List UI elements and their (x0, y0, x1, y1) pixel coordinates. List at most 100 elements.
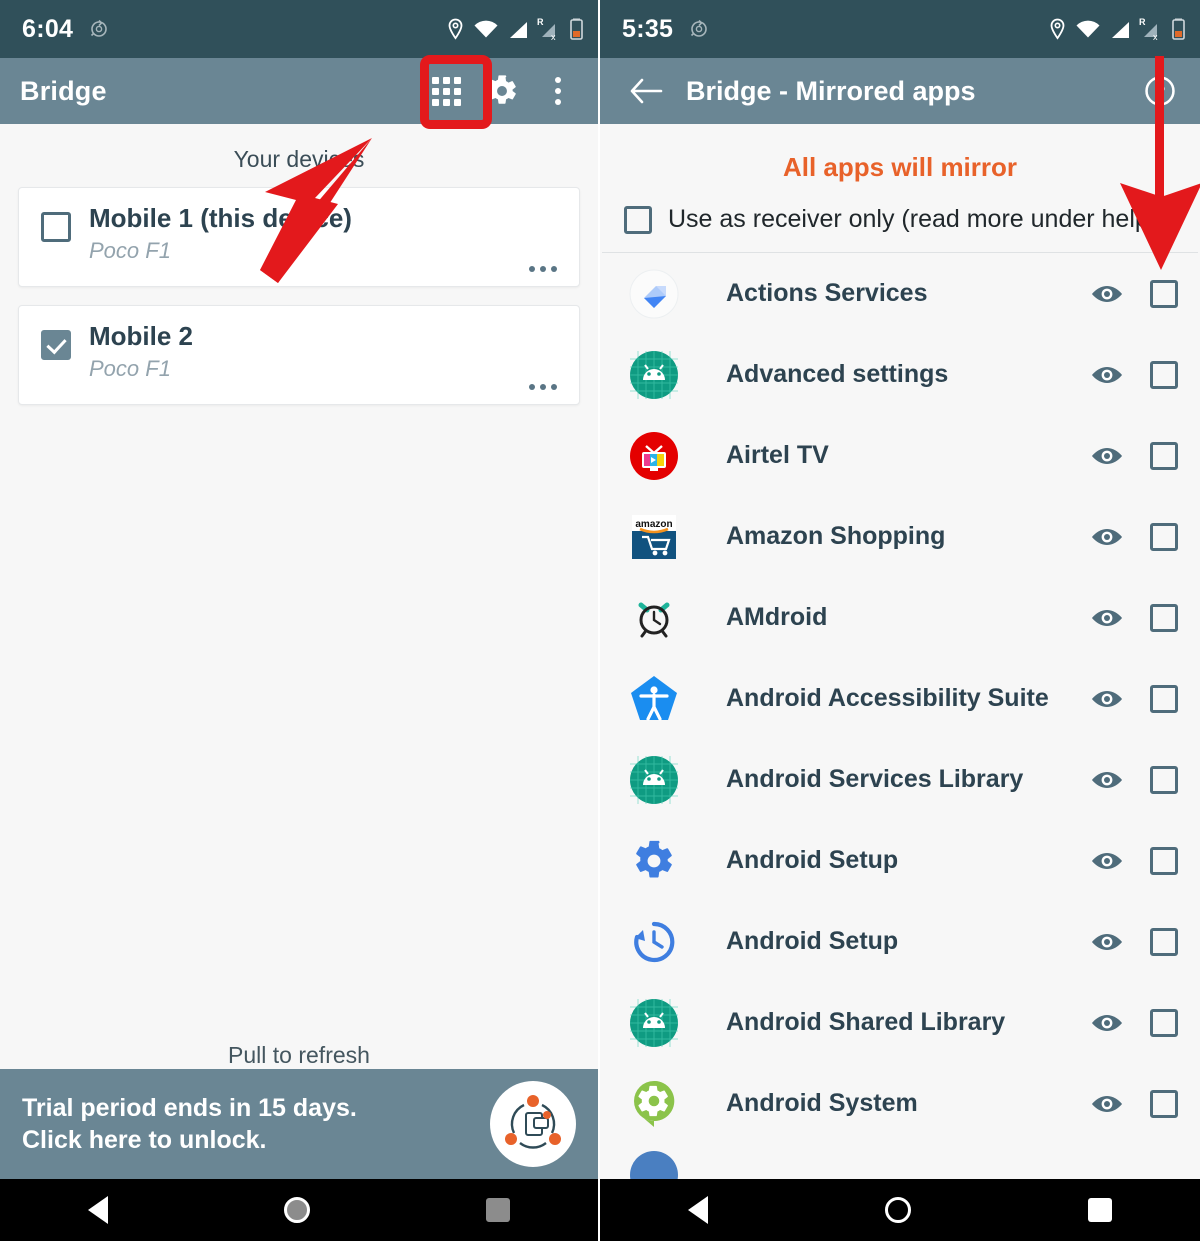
list-item[interactable]: Airtel TV (600, 415, 1200, 496)
more-options-icon[interactable] (529, 266, 557, 272)
help-button[interactable]: ? (1132, 63, 1188, 119)
location-icon (1050, 18, 1065, 40)
eye-icon[interactable] (1090, 282, 1124, 306)
eye-icon[interactable] (1090, 525, 1124, 549)
device-name: Mobile 1 (this device) (89, 203, 352, 233)
eye-icon[interactable] (1090, 930, 1124, 954)
back-icon[interactable] (88, 1196, 108, 1224)
device-checkbox[interactable] (41, 330, 71, 360)
app-title: Bridge (20, 75, 107, 106)
eye-icon[interactable] (1090, 768, 1124, 792)
more-options-icon[interactable] (529, 384, 557, 390)
list-item[interactable]: Android Accessibility Suite (600, 658, 1200, 739)
list-item[interactable]: AMdroid (600, 577, 1200, 658)
signal-roaming-icon: Rx (1139, 17, 1158, 42)
eye-icon[interactable] (1090, 363, 1124, 387)
app-mirror-checkbox[interactable] (1150, 603, 1178, 632)
list-item[interactable]: Android System (600, 1063, 1200, 1144)
battery-icon (570, 18, 583, 40)
list-item[interactable]: Android Setup (600, 901, 1200, 982)
svg-text:?: ? (1154, 81, 1165, 102)
device-name: Mobile 2 (89, 321, 194, 351)
list-item[interactable]: amazon Amazon Shopping (600, 496, 1200, 577)
home-icon[interactable] (884, 1197, 911, 1223)
svg-text:x: x (551, 32, 556, 42)
kebab-menu-icon (555, 77, 561, 105)
svg-text:R: R (1139, 17, 1146, 27)
app-toolbar: Bridge (0, 58, 598, 124)
help-circle-icon: ? (1145, 76, 1175, 106)
status-bar-icons: Rx (446, 16, 584, 42)
amazon-shopping-icon: amazon (626, 509, 682, 565)
overflow-button[interactable] (530, 63, 586, 119)
device-model: Poco F1 (89, 355, 171, 381)
page-title: Bridge - Mirrored apps (686, 75, 976, 106)
app-mirror-checkbox[interactable] (1150, 279, 1178, 308)
list-item[interactable]: Android Services Library (600, 739, 1200, 820)
eye-icon[interactable] (1090, 444, 1124, 468)
app-mirror-checkbox[interactable] (1150, 441, 1178, 470)
device-checkbox[interactable] (41, 212, 71, 242)
svg-text:x: x (1153, 32, 1158, 42)
status-bar: 5:35 Rx (600, 0, 1200, 58)
signal-roaming-icon: Rx (537, 17, 556, 42)
recents-icon[interactable] (486, 1198, 510, 1222)
trial-banner-line2: Click here to unlock. (22, 1126, 267, 1154)
left-phone-screen: 6:04 Rx Bridge Your devices Mobile 1 (th… (0, 0, 600, 1241)
trial-banner-line1: Trial period ends in 15 days. (22, 1093, 357, 1122)
eye-icon[interactable] (1090, 606, 1124, 630)
app-label: Android Services Library (726, 765, 1024, 793)
settings-button[interactable] (474, 63, 530, 119)
list-item[interactable]: Android Setup (600, 820, 1200, 901)
wifi-icon (474, 20, 498, 38)
app-mirror-checkbox[interactable] (1150, 522, 1178, 551)
amdroid-clock-icon (626, 590, 682, 646)
list-item[interactable]: Android Shared Library (600, 982, 1200, 1063)
wifi-icon (1076, 20, 1100, 38)
app-mirror-checkbox[interactable] (1150, 927, 1178, 956)
list-item-partial[interactable] (600, 1144, 1200, 1184)
left-content: Your devices Mobile 1 (this device) Poco… (0, 124, 598, 1241)
apps-grid-button[interactable] (418, 63, 474, 119)
right-content: All apps will mirror Use as receiver onl… (600, 124, 1200, 1241)
receiver-only-label: Use as receiver only (read more under he… (668, 205, 1158, 233)
app-mirror-checkbox[interactable] (1150, 684, 1178, 713)
home-icon[interactable] (284, 1197, 310, 1223)
device-model: Poco F1 (89, 237, 171, 263)
app-label: Android Accessibility Suite (726, 684, 1049, 712)
device-card[interactable]: Mobile 1 (this device) Poco F1 (18, 187, 580, 287)
two-phone-screenshots: 6:04 Rx Bridge Your devices Mobile 1 (th… (0, 0, 1200, 1241)
app-label: Advanced settings (726, 360, 949, 388)
trial-banner[interactable]: Trial period ends in 15 days. Click here… (0, 1069, 598, 1179)
rotation-icon (687, 17, 711, 41)
app-mirror-checkbox[interactable] (1150, 765, 1178, 794)
location-icon (448, 18, 463, 40)
eye-icon[interactable] (1090, 849, 1124, 873)
app-label: Android Setup (726, 846, 899, 874)
list-item[interactable]: Advanced settings (600, 334, 1200, 415)
list-item[interactable]: Actions Services (600, 253, 1200, 334)
trial-banner-text: Trial period ends in 15 days. Click here… (22, 1092, 357, 1157)
device-card[interactable]: Mobile 2 Poco F1 (18, 305, 580, 405)
section-header-your-devices: Your devices (233, 146, 365, 172)
signal-icon (510, 22, 527, 38)
app-mirror-checkbox[interactable] (1150, 1089, 1178, 1118)
back-icon[interactable] (688, 1196, 709, 1224)
app-label: Android Setup (726, 927, 899, 955)
recents-icon[interactable] (1087, 1198, 1112, 1222)
accessibility-icon (626, 671, 682, 727)
eye-icon[interactable] (1090, 1011, 1124, 1035)
receiver-only-checkbox[interactable] (624, 205, 652, 234)
status-bar-clock: 6:04 (22, 14, 74, 43)
eye-icon[interactable] (1090, 687, 1124, 711)
app-mirror-checkbox[interactable] (1150, 846, 1178, 875)
eye-icon[interactable] (1090, 1092, 1124, 1116)
bridge-network-logo (490, 1081, 576, 1167)
signal-icon (1112, 22, 1129, 38)
back-button[interactable] (620, 63, 672, 119)
app-mirror-checkbox[interactable] (1150, 360, 1178, 389)
app-mirror-checkbox[interactable] (1150, 1008, 1178, 1037)
grid-icon (431, 76, 461, 106)
mirrored-apps-list[interactable]: Actions Services Advanced settings Airte… (600, 253, 1200, 1184)
receiver-only-option[interactable]: Use as receiver only (read more under he… (600, 205, 1200, 252)
